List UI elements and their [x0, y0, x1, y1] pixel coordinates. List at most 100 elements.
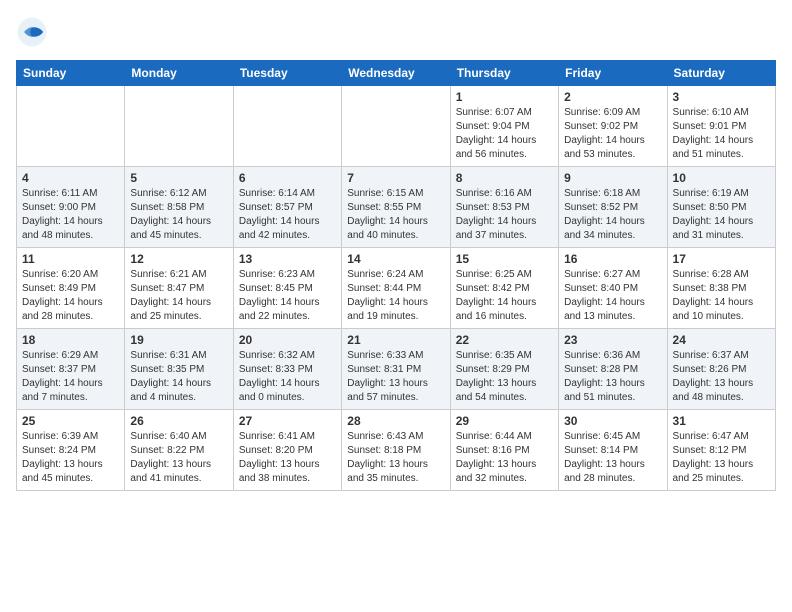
calendar-cell: 5 Sunrise: 6:12 AM Sunset: 8:58 PM Daylig… — [125, 167, 233, 248]
calendar-header-saturday: Saturday — [667, 61, 775, 86]
calendar-week-row: 18 Sunrise: 6:29 AM Sunset: 8:37 PM Dayli… — [17, 329, 776, 410]
calendar-week-row: 25 Sunrise: 6:39 AM Sunset: 8:24 PM Dayli… — [17, 410, 776, 491]
logo-icon — [16, 16, 48, 48]
day-info: Sunrise: 6:11 AM Sunset: 9:00 PM Dayligh… — [22, 187, 119, 243]
day-info: Sunrise: 6:19 AM Sunset: 8:50 PM Dayligh… — [673, 187, 770, 243]
day-info: Sunrise: 6:10 AM Sunset: 9:01 PM Dayligh… — [673, 106, 770, 162]
day-number: 2 — [564, 90, 661, 104]
calendar-cell: 10 Sunrise: 6:19 AM Sunset: 8:50 PM Dayli… — [667, 167, 775, 248]
day-info: Sunrise: 6:33 AM Sunset: 8:31 PM Dayligh… — [347, 349, 444, 405]
page-header — [16, 16, 776, 48]
day-info: Sunrise: 6:47 AM Sunset: 8:12 PM Dayligh… — [673, 430, 770, 486]
day-number: 1 — [456, 90, 553, 104]
day-info: Sunrise: 6:39 AM Sunset: 8:24 PM Dayligh… — [22, 430, 119, 486]
day-number: 13 — [239, 252, 336, 266]
calendar-header-row: SundayMondayTuesdayWednesdayThursdayFrid… — [17, 61, 776, 86]
calendar-cell: 23 Sunrise: 6:36 AM Sunset: 8:28 PM Dayli… — [559, 329, 667, 410]
calendar-cell: 18 Sunrise: 6:29 AM Sunset: 8:37 PM Dayli… — [17, 329, 125, 410]
day-number: 4 — [22, 171, 119, 185]
calendar-cell: 26 Sunrise: 6:40 AM Sunset: 8:22 PM Dayli… — [125, 410, 233, 491]
calendar-cell: 19Sunrise: 6:31 AM Sunset: 8:35 PM Dayli… — [125, 329, 233, 410]
day-number: 19 — [130, 333, 227, 347]
day-info: Sunrise: 6:43 AM Sunset: 8:18 PM Dayligh… — [347, 430, 444, 486]
day-info: Sunrise: 6:15 AM Sunset: 8:55 PM Dayligh… — [347, 187, 444, 243]
day-number: 6 — [239, 171, 336, 185]
calendar-cell: 17 Sunrise: 6:28 AM Sunset: 8:38 PM Dayli… — [667, 248, 775, 329]
calendar-cell: 6 Sunrise: 6:14 AM Sunset: 8:57 PM Daylig… — [233, 167, 341, 248]
day-info: Sunrise: 6:20 AM Sunset: 8:49 PM Dayligh… — [22, 268, 119, 324]
calendar-header-monday: Monday — [125, 61, 233, 86]
calendar-cell: 29 Sunrise: 6:44 AM Sunset: 8:16 PM Dayli… — [450, 410, 558, 491]
calendar-header-sunday: Sunday — [17, 61, 125, 86]
calendar-cell: 3 Sunrise: 6:10 AM Sunset: 9:01 PM Daylig… — [667, 86, 775, 167]
day-number: 9 — [564, 171, 661, 185]
day-number: 28 — [347, 414, 444, 428]
day-info: Sunrise: 6:40 AM Sunset: 8:22 PM Dayligh… — [130, 430, 227, 486]
calendar-week-row: 11 Sunrise: 6:20 AM Sunset: 8:49 PM Dayli… — [17, 248, 776, 329]
day-number: 25 — [22, 414, 119, 428]
calendar-cell: 27Sunrise: 6:41 AM Sunset: 8:20 PM Dayli… — [233, 410, 341, 491]
day-info: Sunrise: 6:36 AM Sunset: 8:28 PM Dayligh… — [564, 349, 661, 405]
day-info: Sunrise: 6:18 AM Sunset: 8:52 PM Dayligh… — [564, 187, 661, 243]
day-number: 20 — [239, 333, 336, 347]
calendar-header-thursday: Thursday — [450, 61, 558, 86]
day-info: Sunrise: 6:25 AM Sunset: 8:42 PM Dayligh… — [456, 268, 553, 324]
day-number: 23 — [564, 333, 661, 347]
day-number: 26 — [130, 414, 227, 428]
logo — [16, 16, 52, 48]
calendar-cell: 11 Sunrise: 6:20 AM Sunset: 8:49 PM Dayli… — [17, 248, 125, 329]
calendar-cell: 22 Sunrise: 6:35 AM Sunset: 8:29 PM Dayli… — [450, 329, 558, 410]
day-number: 24 — [673, 333, 770, 347]
calendar-cell: 25 Sunrise: 6:39 AM Sunset: 8:24 PM Dayli… — [17, 410, 125, 491]
calendar-cell: 15 Sunrise: 6:25 AM Sunset: 8:42 PM Dayli… — [450, 248, 558, 329]
calendar-cell: 21 Sunrise: 6:33 AM Sunset: 8:31 PM Dayli… — [342, 329, 450, 410]
calendar-cell: 20 Sunrise: 6:32 AM Sunset: 8:33 PM Dayli… — [233, 329, 341, 410]
calendar-header-wednesday: Wednesday — [342, 61, 450, 86]
calendar-week-row: 1Sunrise: 6:07 AM Sunset: 9:04 PM Daylig… — [17, 86, 776, 167]
day-number: 10 — [673, 171, 770, 185]
day-number: 30 — [564, 414, 661, 428]
calendar-header-tuesday: Tuesday — [233, 61, 341, 86]
day-info: Sunrise: 6:35 AM Sunset: 8:29 PM Dayligh… — [456, 349, 553, 405]
calendar-cell: 12Sunrise: 6:21 AM Sunset: 8:47 PM Dayli… — [125, 248, 233, 329]
calendar-cell: 24 Sunrise: 6:37 AM Sunset: 8:26 PM Dayli… — [667, 329, 775, 410]
calendar-cell: 7Sunrise: 6:15 AM Sunset: 8:55 PM Daylig… — [342, 167, 450, 248]
day-number: 29 — [456, 414, 553, 428]
day-number: 21 — [347, 333, 444, 347]
day-info: Sunrise: 6:45 AM Sunset: 8:14 PM Dayligh… — [564, 430, 661, 486]
calendar-cell — [17, 86, 125, 167]
day-info: Sunrise: 6:29 AM Sunset: 8:37 PM Dayligh… — [22, 349, 119, 405]
day-number: 22 — [456, 333, 553, 347]
day-info: Sunrise: 6:41 AM Sunset: 8:20 PM Dayligh… — [239, 430, 336, 486]
calendar-cell: 13Sunrise: 6:23 AM Sunset: 8:45 PM Dayli… — [233, 248, 341, 329]
day-info: Sunrise: 6:09 AM Sunset: 9:02 PM Dayligh… — [564, 106, 661, 162]
day-info: Sunrise: 6:32 AM Sunset: 8:33 PM Dayligh… — [239, 349, 336, 405]
calendar-cell — [125, 86, 233, 167]
day-info: Sunrise: 6:14 AM Sunset: 8:57 PM Dayligh… — [239, 187, 336, 243]
day-number: 16 — [564, 252, 661, 266]
day-number: 14 — [347, 252, 444, 266]
day-number: 11 — [22, 252, 119, 266]
day-info: Sunrise: 6:27 AM Sunset: 8:40 PM Dayligh… — [564, 268, 661, 324]
calendar-week-row: 4 Sunrise: 6:11 AM Sunset: 9:00 PM Daylig… — [17, 167, 776, 248]
day-info: Sunrise: 6:12 AM Sunset: 8:58 PM Dayligh… — [130, 187, 227, 243]
calendar-cell: 2 Sunrise: 6:09 AM Sunset: 9:02 PM Daylig… — [559, 86, 667, 167]
day-number: 17 — [673, 252, 770, 266]
day-number: 8 — [456, 171, 553, 185]
calendar-cell — [233, 86, 341, 167]
calendar-cell: 1Sunrise: 6:07 AM Sunset: 9:04 PM Daylig… — [450, 86, 558, 167]
day-info: Sunrise: 6:37 AM Sunset: 8:26 PM Dayligh… — [673, 349, 770, 405]
day-number: 3 — [673, 90, 770, 104]
day-number: 18 — [22, 333, 119, 347]
day-number: 31 — [673, 414, 770, 428]
day-info: Sunrise: 6:16 AM Sunset: 8:53 PM Dayligh… — [456, 187, 553, 243]
calendar-cell: 31 Sunrise: 6:47 AM Sunset: 8:12 PM Dayli… — [667, 410, 775, 491]
day-number: 15 — [456, 252, 553, 266]
calendar-cell: 28 Sunrise: 6:43 AM Sunset: 8:18 PM Dayli… — [342, 410, 450, 491]
day-info: Sunrise: 6:28 AM Sunset: 8:38 PM Dayligh… — [673, 268, 770, 324]
calendar-cell: 9 Sunrise: 6:18 AM Sunset: 8:52 PM Daylig… — [559, 167, 667, 248]
calendar-table: SundayMondayTuesdayWednesdayThursdayFrid… — [16, 60, 776, 491]
calendar-cell: 16 Sunrise: 6:27 AM Sunset: 8:40 PM Dayli… — [559, 248, 667, 329]
day-number: 5 — [130, 171, 227, 185]
day-info: Sunrise: 6:44 AM Sunset: 8:16 PM Dayligh… — [456, 430, 553, 486]
